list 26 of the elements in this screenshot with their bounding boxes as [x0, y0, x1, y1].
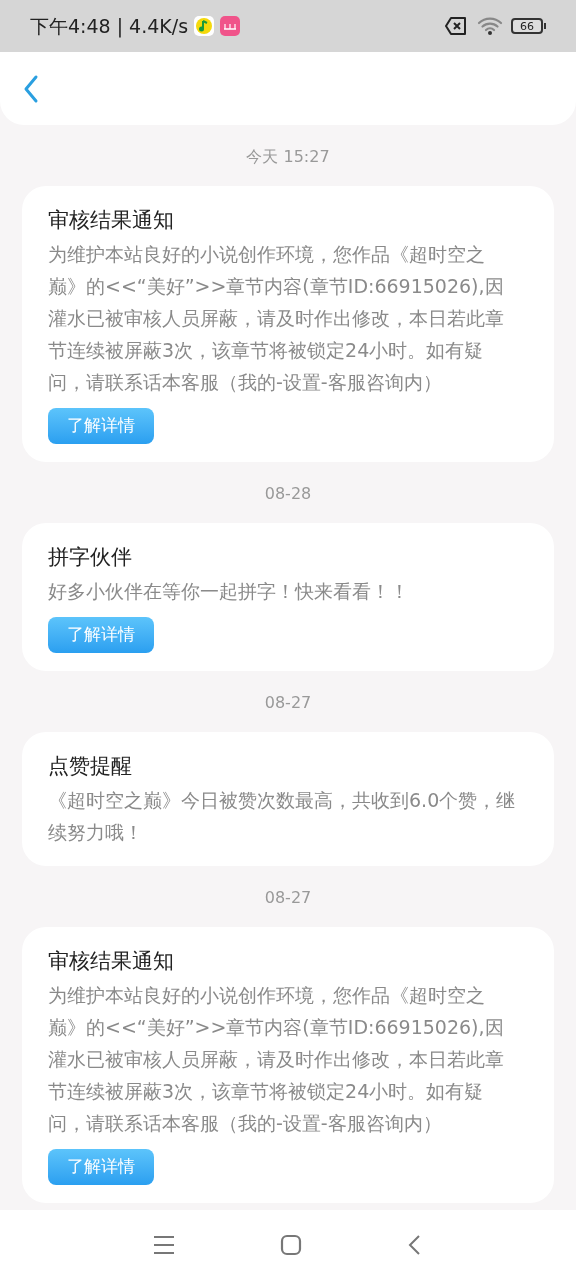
message-title: 审核结果通知	[48, 207, 174, 234]
home-button[interactable]	[280, 1234, 302, 1256]
status-time: 下午4:48	[30, 13, 111, 39]
message-title: 审核结果通知	[48, 948, 174, 975]
date-label: 今天 15:27	[246, 147, 330, 167]
date-label: 08-27	[264, 693, 312, 713]
back-nav-button[interactable]	[407, 1234, 423, 1256]
battery-icon: 66	[511, 18, 546, 34]
message-title: 拼字伙伴	[48, 544, 132, 571]
message-title: 点赞提醒	[48, 753, 132, 780]
wifi-icon	[477, 16, 503, 36]
date-label: 08-28	[264, 484, 312, 504]
details-button[interactable]: 了解详情	[48, 617, 154, 653]
menu-icon[interactable]	[153, 1235, 175, 1255]
network-speed: 4.4K/s	[129, 13, 189, 39]
details-button[interactable]: 了解详情	[48, 1149, 154, 1185]
sim-missing-icon	[445, 17, 467, 35]
status-separator: |	[116, 13, 124, 40]
app-icon	[220, 16, 241, 36]
message-body: 为维护本站良好的小说创作环境，您作品《超时空之巅》的<<“美好”>>章节内容(章节ID:66915026),因灌水已被审核人员屏蔽，请及时作出修改，本日若此章节连续被屏蔽3次，该章节将被锁定24小时。如有疑问，请联系话本客服（我的-设置-客服咨询内）	[48, 242, 505, 395]
date-label: 08-27	[264, 888, 312, 908]
details-button[interactable]: 了解详情	[48, 408, 154, 444]
music-app-icon	[194, 16, 215, 36]
message-body: 好多小伙伴在等你一起拼字！快来看看！！	[48, 579, 409, 604]
message-body: 《超时空之巅》今日被赞次数最高，共收到6.0个赞，继续努力哦！	[48, 788, 516, 845]
message-body: 为维护本站良好的小说创作环境，您作品《超时空之巅》的<<“美好”>>章节内容(章节ID:66915026),因灌水已被审核人员屏蔽，请及时作出修改，本日若此章节连续被屏蔽3次，该章节将被锁定24小时。如有疑问，请联系话本客服（我的-设置-客服咨询内）	[48, 983, 505, 1136]
